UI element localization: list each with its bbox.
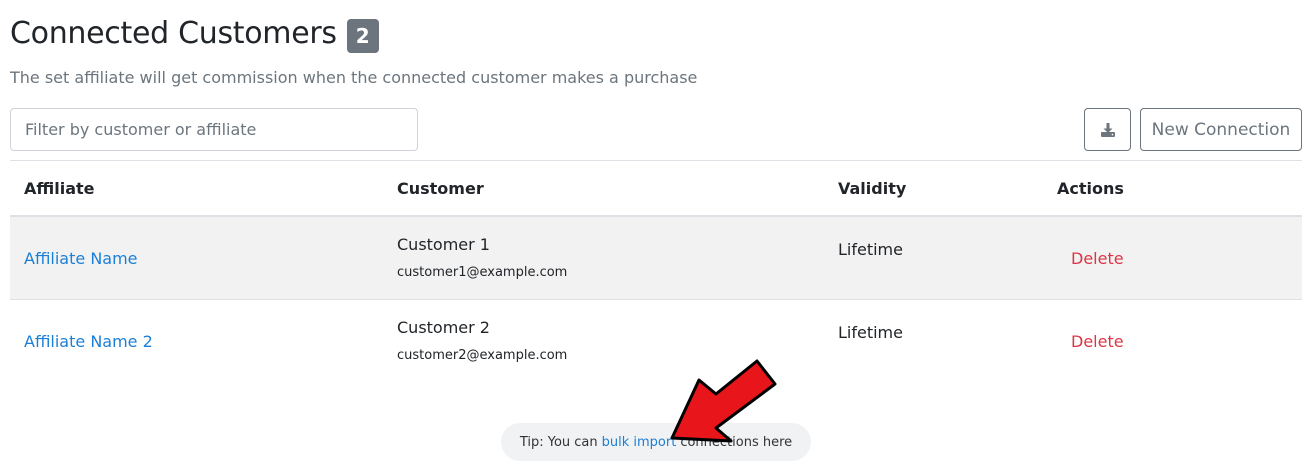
- page-subtitle: The set affiliate will get commission wh…: [10, 68, 698, 87]
- table-row: Affiliate Name Customer 1 customer1@exam…: [10, 217, 1302, 300]
- column-header-validity[interactable]: Validity: [838, 179, 906, 198]
- page-title: Connected Customers: [10, 16, 337, 51]
- delete-button[interactable]: Delete: [1071, 249, 1124, 268]
- connections-table: Affiliate Customer Validity Actions Affi…: [10, 160, 1302, 383]
- download-icon: [1100, 122, 1115, 137]
- validity-value: Lifetime: [838, 240, 903, 259]
- customer-name: Customer 2: [397, 318, 490, 337]
- table-row: Affiliate Name 2 Customer 2 customer2@ex…: [10, 300, 1302, 383]
- table-header-row: Affiliate Customer Validity Actions: [10, 160, 1302, 217]
- customer-email: customer1@example.com: [397, 265, 568, 280]
- validity-value: Lifetime: [838, 323, 903, 342]
- download-button[interactable]: [1084, 108, 1131, 151]
- column-header-affiliate[interactable]: Affiliate: [24, 179, 95, 198]
- bulk-import-link[interactable]: bulk import: [602, 435, 677, 450]
- new-connection-button[interactable]: New Connection: [1140, 108, 1302, 151]
- column-header-actions: Actions: [1057, 179, 1124, 198]
- tip-suffix: connections here: [680, 434, 793, 450]
- affiliate-link[interactable]: Affiliate Name: [24, 249, 138, 268]
- affiliate-link[interactable]: Affiliate Name 2: [24, 332, 153, 351]
- customer-name: Customer 1: [397, 235, 490, 254]
- column-header-customer[interactable]: Customer: [397, 179, 484, 198]
- customer-email: customer2@example.com: [397, 348, 568, 363]
- count-badge: 2: [346, 18, 379, 53]
- delete-button[interactable]: Delete: [1071, 332, 1124, 351]
- connected-customers-page: Connected Customers 2 The set affiliate …: [0, 0, 1311, 468]
- filter-input[interactable]: [10, 108, 418, 151]
- bulk-import-tip: Tip: You can bulk import connections her…: [501, 423, 811, 461]
- page-header: Connected Customers 2: [10, 14, 379, 54]
- tip-prefix: Tip: You can: [519, 434, 598, 450]
